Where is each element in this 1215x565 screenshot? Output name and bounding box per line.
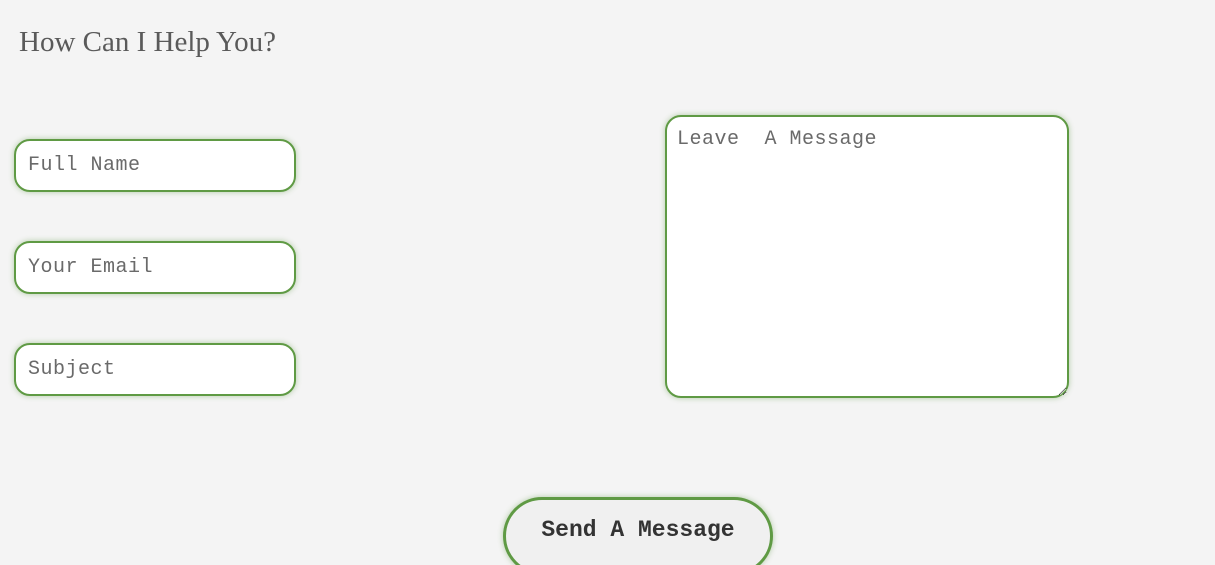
page-title: How Can I Help You?	[19, 26, 276, 58]
contact-page: How Can I Help You? Send A Message	[0, 0, 1215, 565]
message-textarea[interactable]	[665, 115, 1069, 398]
email-input[interactable]	[14, 241, 296, 294]
subject-input[interactable]	[14, 343, 296, 396]
full-name-input[interactable]	[14, 139, 296, 192]
send-message-button[interactable]: Send A Message	[503, 497, 773, 565]
